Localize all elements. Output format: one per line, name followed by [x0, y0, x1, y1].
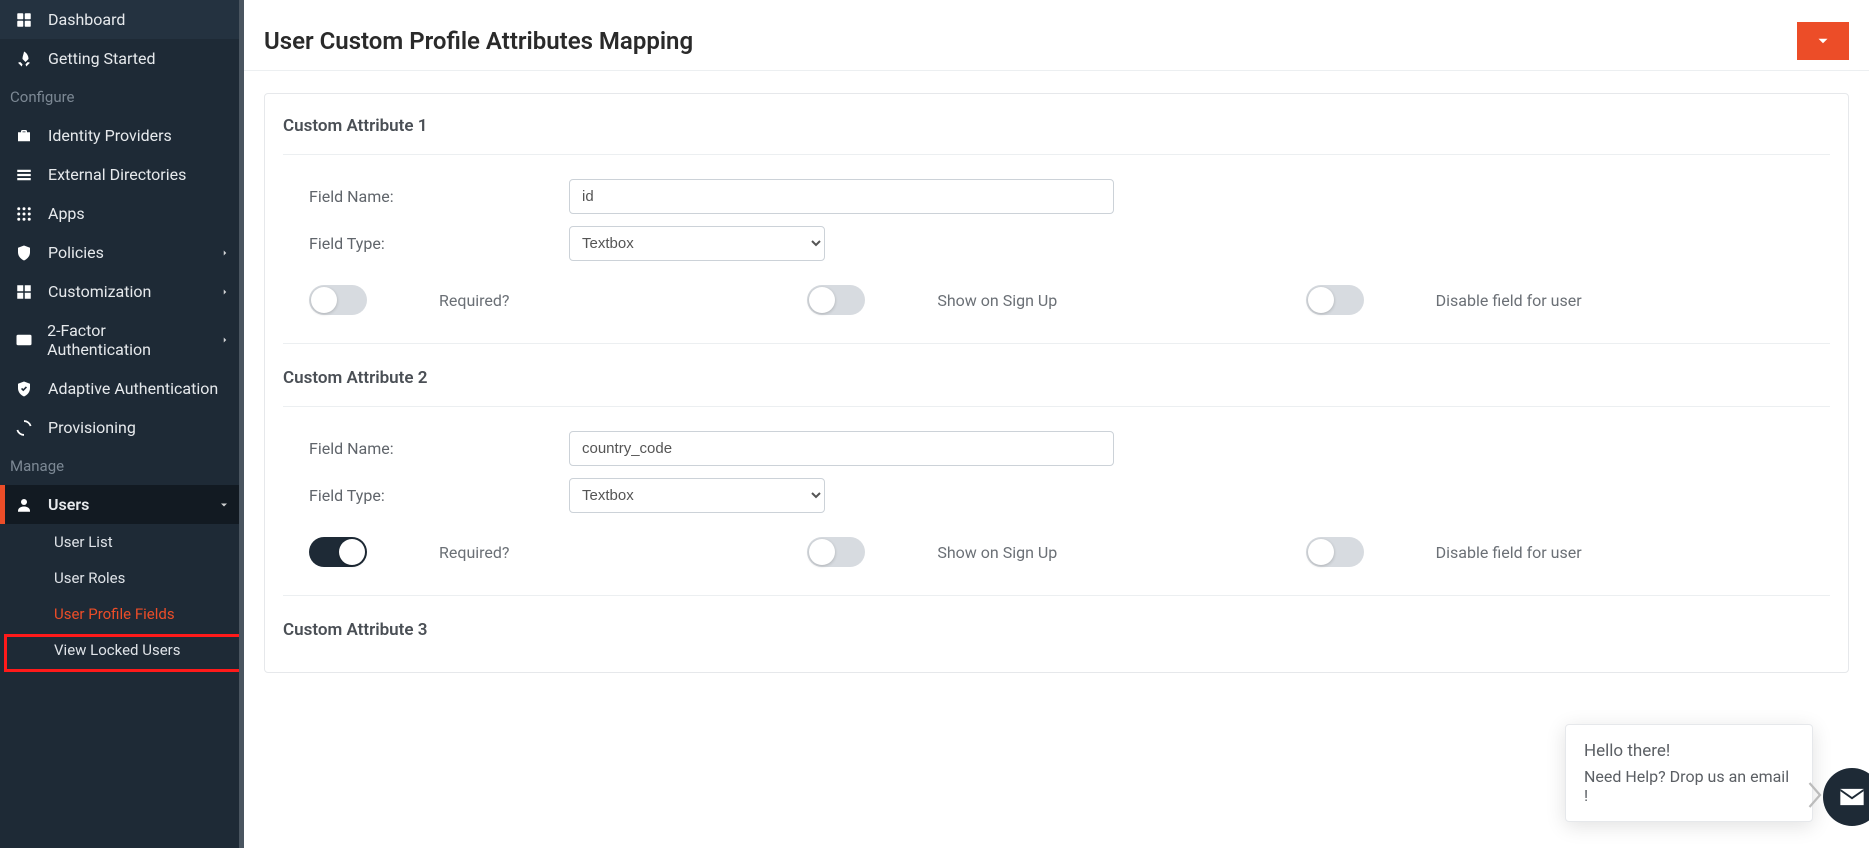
- show-signup-label: Show on Sign Up: [937, 291, 1057, 310]
- sidebar-item-2fa[interactable]: 2-Factor Authentication: [0, 311, 244, 369]
- attributes-block: Custom Attribute 1 Field Name: Field Typ…: [264, 93, 1849, 673]
- sidebar-subitem-user-profile-fields[interactable]: User Profile Fields: [40, 596, 244, 632]
- divider: [283, 595, 1830, 596]
- main-content: User Custom Profile Attributes Mapping C…: [244, 0, 1869, 848]
- help-popup[interactable]: Hello there! Need Help? Drop us an email…: [1565, 724, 1813, 822]
- sidebar-item-provisioning[interactable]: Provisioning: [0, 408, 244, 447]
- sync-icon: [14, 419, 34, 437]
- attr1-disable-toggle[interactable]: [1306, 285, 1364, 315]
- sidebar-subitem-view-locked-users[interactable]: View Locked Users: [40, 632, 244, 668]
- page-title: User Custom Profile Attributes Mapping: [264, 27, 693, 55]
- sidebar-item-label: Identity Providers: [48, 126, 172, 145]
- sidebar-section-manage: Manage: [0, 447, 244, 485]
- grid-icon: [14, 205, 34, 223]
- attr1-show-signup-toggle[interactable]: [807, 285, 865, 315]
- attr1-field-name-row: Field Name:: [283, 173, 1830, 220]
- sidebar-item-label: External Directories: [48, 165, 186, 184]
- attribute-1-title: Custom Attribute 1: [283, 116, 1830, 155]
- list-icon: [14, 166, 34, 184]
- sidebar-item-identity-providers[interactable]: Identity Providers: [0, 116, 244, 155]
- attr2-disable-toggle[interactable]: [1306, 537, 1364, 567]
- sidebar-item-label: Getting Started: [48, 49, 156, 68]
- chevron-down-icon: [1814, 32, 1832, 50]
- sidebar-item-label: Policies: [48, 243, 104, 262]
- briefcase-icon: [14, 127, 34, 145]
- sidebar-item-label: Users: [48, 495, 89, 514]
- attr2-field-type-row: Field Type: Textbox: [283, 472, 1830, 519]
- sidebar-subitem-label: View Locked Users: [54, 641, 180, 659]
- sidebar-item-label: Provisioning: [48, 418, 136, 437]
- sidebar-subitem-user-roles[interactable]: User Roles: [40, 560, 244, 596]
- chevron-right-icon: [220, 248, 230, 258]
- sidebar-item-apps[interactable]: Apps: [0, 194, 244, 233]
- sidebar-item-label: Apps: [48, 204, 85, 223]
- shield-icon: [14, 244, 34, 262]
- email-icon: [1838, 786, 1866, 808]
- attribute-2-title: Custom Attribute 2: [283, 368, 1830, 407]
- disable-label: Disable field for user: [1436, 543, 1582, 562]
- field-type-label: Field Type:: [309, 234, 569, 253]
- attr2-toggle-row: Required? Show on Sign Up Disable field …: [283, 519, 1830, 567]
- shield-check-icon: [14, 380, 34, 398]
- sidebar-item-external-directories[interactable]: External Directories: [0, 155, 244, 194]
- sidebar-subitem-label: User Profile Fields: [54, 605, 175, 623]
- sidebar-item-users[interactable]: Users: [0, 485, 244, 524]
- sidebar-item-label: Adaptive Authentication: [48, 379, 218, 398]
- attr1-field-type-row: Field Type: Textbox: [283, 220, 1830, 267]
- required-label: Required?: [439, 543, 510, 562]
- sidebar-item-customization[interactable]: Customization: [0, 272, 244, 311]
- help-popup-subtitle: Need Help? Drop us an email !: [1584, 767, 1794, 805]
- collapse-button[interactable]: [1797, 22, 1849, 60]
- show-signup-label: Show on Sign Up: [937, 543, 1057, 562]
- dashboard-icon: [14, 11, 34, 29]
- attr1-field-name-input[interactable]: [569, 179, 1114, 214]
- sidebar-item-label: 2-Factor Authentication: [47, 321, 206, 359]
- attr2-required-toggle[interactable]: [309, 537, 367, 567]
- sidebar-item-dashboard[interactable]: Dashboard: [0, 0, 244, 39]
- sidebar-item-label: Customization: [48, 282, 151, 301]
- sidebar-subitem-label: User List: [54, 533, 113, 551]
- sidebar-subitem-label: User Roles: [54, 569, 125, 587]
- page-header: User Custom Profile Attributes Mapping: [244, 0, 1869, 71]
- attr2-field-type-select[interactable]: Textbox: [569, 478, 825, 513]
- sidebar-users-submenu: User List User Roles User Profile Fields…: [0, 524, 244, 668]
- attribute-3-title: Custom Attribute 3: [283, 620, 1830, 640]
- attr1-toggle-row: Required? Show on Sign Up Disable field …: [283, 267, 1830, 315]
- attr2-field-name-row: Field Name:: [283, 425, 1830, 472]
- sidebar: Dashboard Getting Started Configure Iden…: [0, 0, 244, 848]
- sidebar-item-label: Dashboard: [48, 10, 125, 29]
- sidebar-item-adaptive-auth[interactable]: Adaptive Authentication: [0, 369, 244, 408]
- chevron-right-icon: [220, 335, 230, 345]
- code-icon: [14, 333, 33, 347]
- help-popup-title: Hello there!: [1584, 741, 1794, 761]
- field-name-label: Field Name:: [309, 187, 569, 206]
- attr2-show-signup-toggle[interactable]: [807, 537, 865, 567]
- field-name-label: Field Name:: [309, 439, 569, 458]
- required-label: Required?: [439, 291, 510, 310]
- sidebar-subitem-user-list[interactable]: User List: [40, 524, 244, 560]
- field-type-label: Field Type:: [309, 486, 569, 505]
- disable-label: Disable field for user: [1436, 291, 1582, 310]
- chevron-down-icon: [218, 499, 230, 511]
- attr2-field-name-input[interactable]: [569, 431, 1114, 466]
- user-icon: [14, 496, 34, 514]
- sidebar-item-getting-started[interactable]: Getting Started: [0, 39, 244, 78]
- sidebar-section-configure: Configure: [0, 78, 244, 116]
- sidebar-item-policies[interactable]: Policies: [0, 233, 244, 272]
- rocket-icon: [14, 50, 34, 68]
- chevron-right-icon: [220, 287, 230, 297]
- divider: [283, 343, 1830, 344]
- attr1-field-type-select[interactable]: Textbox: [569, 226, 825, 261]
- sliders-icon: [14, 283, 34, 301]
- attr1-required-toggle[interactable]: [309, 285, 367, 315]
